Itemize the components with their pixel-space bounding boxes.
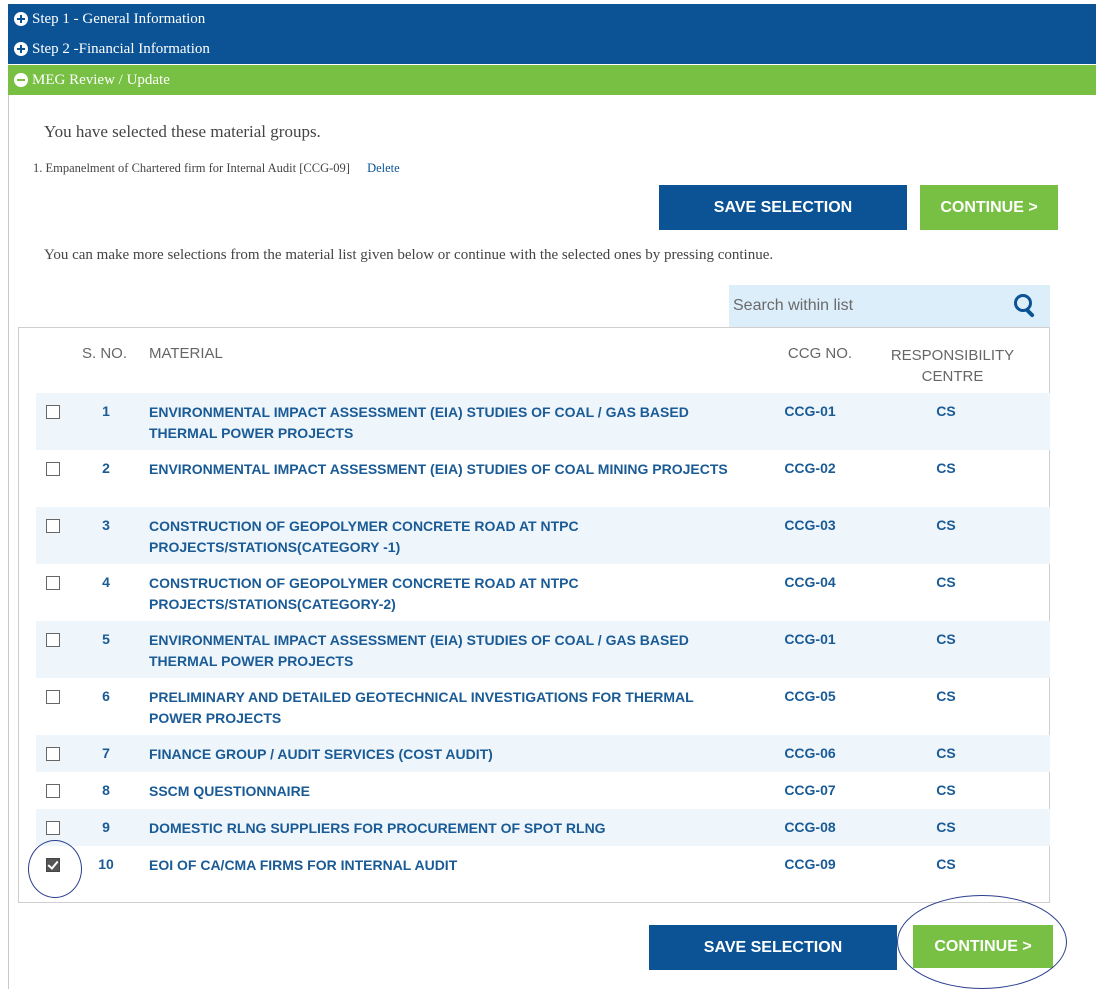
row-responsibility: CS	[936, 403, 956, 419]
row-material[interactable]: ENVIRONMENTAL IMPACT ASSESSMENT (EIA) ST…	[149, 459, 749, 480]
table-row[interactable]: 6 PRELIMINARY AND DETAILED GEOTECHNICAL I…	[36, 678, 1050, 735]
row-sno: 10	[98, 856, 114, 872]
panel-border	[8, 95, 9, 989]
row-material[interactable]: ENVIRONMENTAL IMPACT ASSESSMENT (EIA) ST…	[149, 630, 749, 672]
save-selection-button-top[interactable]: SAVE SELECTION	[659, 185, 907, 230]
row-responsibility: CS	[936, 782, 956, 798]
table-row[interactable]: 7 FINANCE GROUP / AUDIT SERVICES (COST AU…	[36, 735, 1050, 772]
row-sno: 5	[102, 631, 110, 647]
row-checkbox[interactable]	[46, 821, 60, 835]
row-sno: 9	[102, 819, 110, 835]
row-sno: 1	[102, 403, 110, 419]
table-row[interactable]: 2 ENVIRONMENTAL IMPACT ASSESSMENT (EIA) S…	[36, 450, 1050, 507]
row-ccg: CCG-08	[784, 819, 836, 835]
row-checkbox[interactable]	[46, 462, 60, 476]
accordion-step2[interactable]: Step 2 -Financial Information	[8, 34, 1096, 64]
table-row[interactable]: 8 SSCM QUESTIONNAIRE CCG-07 CS	[36, 772, 1050, 809]
row-ccg: CCG-07	[784, 782, 836, 798]
table-row[interactable]: 10 EOI OF CA/CMA FIRMS FOR INTERNAL AUDIT…	[36, 846, 1050, 883]
selected-item: 1. Empanelment of Chartered firm for Int…	[33, 161, 400, 176]
selected-item-label: 1. Empanelment of Chartered firm for Int…	[33, 161, 350, 175]
row-responsibility: CS	[936, 574, 956, 590]
row-material[interactable]: FINANCE GROUP / AUDIT SERVICES (COST AUD…	[149, 744, 749, 765]
accordion-meg-review[interactable]: MEG Review / Update	[8, 65, 1096, 95]
row-material[interactable]: DOMESTIC RLNG SUPPLIERS FOR PROCUREMENT …	[149, 818, 749, 839]
plus-circle-icon	[14, 42, 28, 56]
row-material[interactable]: CONSTRUCTION OF GEOPOLYMER CONCRETE ROAD…	[149, 573, 749, 615]
row-responsibility: CS	[936, 460, 956, 476]
table-row[interactable]: 5 ENVIRONMENTAL IMPACT ASSESSMENT (EIA) S…	[36, 621, 1050, 678]
accordion-step2-label: Step 2 -Financial Information	[32, 40, 210, 57]
row-responsibility: CS	[936, 819, 956, 835]
row-checkbox[interactable]	[46, 576, 60, 590]
row-ccg: CCG-02	[784, 460, 836, 476]
header-material: MATERIAL	[149, 345, 223, 362]
row-checkbox[interactable]	[46, 690, 60, 704]
row-material[interactable]: PRELIMINARY AND DETAILED GEOTECHNICAL IN…	[149, 687, 749, 729]
row-checkbox[interactable]	[46, 858, 60, 872]
table-row[interactable]: 1 ENVIRONMENTAL IMPACT ASSESSMENT (EIA) S…	[36, 393, 1050, 450]
row-ccg: CCG-03	[784, 517, 836, 533]
row-material[interactable]: CONSTRUCTION OF GEOPOLYMER CONCRETE ROAD…	[149, 516, 749, 558]
header-responsibility-line2: CENTRE	[921, 368, 984, 385]
minus-circle-icon	[14, 73, 28, 87]
continue-button-bottom[interactable]: CONTINUE >	[913, 925, 1053, 968]
row-sno: 8	[102, 782, 110, 798]
row-material[interactable]: SSCM QUESTIONNAIRE	[149, 781, 749, 802]
plus-circle-icon	[14, 12, 28, 26]
row-ccg: CCG-06	[784, 745, 836, 761]
row-ccg: CCG-01	[784, 631, 836, 647]
search-input[interactable]: Search within list	[733, 297, 1010, 315]
search-icon[interactable]	[1010, 291, 1040, 321]
row-checkbox[interactable]	[46, 405, 60, 419]
row-sno: 6	[102, 688, 110, 704]
search-box[interactable]: Search within list	[729, 285, 1050, 327]
row-ccg: CCG-09	[784, 856, 836, 872]
accordion-step1-label: Step 1 - General Information	[32, 10, 206, 27]
row-checkbox[interactable]	[46, 784, 60, 798]
row-responsibility: CS	[936, 688, 956, 704]
header-ccg: CCG NO.	[787, 345, 853, 362]
row-responsibility: CS	[936, 517, 956, 533]
row-checkbox[interactable]	[46, 519, 60, 533]
header-sno: S. NO.	[82, 345, 128, 362]
selection-hint: You can make more selections from the ma…	[44, 247, 774, 263]
row-ccg: CCG-01	[784, 403, 836, 419]
row-sno: 2	[102, 460, 110, 476]
row-responsibility: CS	[936, 631, 956, 647]
row-sno: 3	[102, 517, 110, 533]
table-row[interactable]: 9 DOMESTIC RLNG SUPPLIERS FOR PROCUREMENT…	[36, 809, 1050, 846]
continue-button-top[interactable]: CONTINUE >	[920, 185, 1058, 230]
row-responsibility: CS	[936, 856, 956, 872]
header-responsibility: RESPONSIBILITY CENTRE	[880, 345, 1025, 387]
row-ccg: CCG-04	[784, 574, 836, 590]
row-checkbox[interactable]	[46, 747, 60, 761]
row-checkbox[interactable]	[46, 633, 60, 647]
row-material[interactable]: EOI OF CA/CMA FIRMS FOR INTERNAL AUDIT	[149, 855, 749, 876]
accordion-step1[interactable]: Step 1 - General Information	[8, 4, 1096, 34]
row-sno: 4	[102, 574, 110, 590]
row-ccg: CCG-05	[784, 688, 836, 704]
delete-link[interactable]: Delete	[367, 161, 400, 175]
table-row[interactable]: 4 CONSTRUCTION OF GEOPOLYMER CONCRETE ROA…	[36, 564, 1050, 621]
table-row[interactable]: 3 CONSTRUCTION OF GEOPOLYMER CONCRETE ROA…	[36, 507, 1050, 564]
row-sno: 7	[102, 745, 110, 761]
accordion-meg-label: MEG Review / Update	[32, 71, 170, 88]
row-material[interactable]: ENVIRONMENTAL IMPACT ASSESSMENT (EIA) ST…	[149, 402, 749, 444]
selection-intro: You have selected these material groups.	[44, 122, 321, 141]
row-responsibility: CS	[936, 745, 956, 761]
header-responsibility-line1: RESPONSIBILITY	[890, 347, 1015, 364]
save-selection-button-bottom[interactable]: SAVE SELECTION	[649, 925, 897, 970]
